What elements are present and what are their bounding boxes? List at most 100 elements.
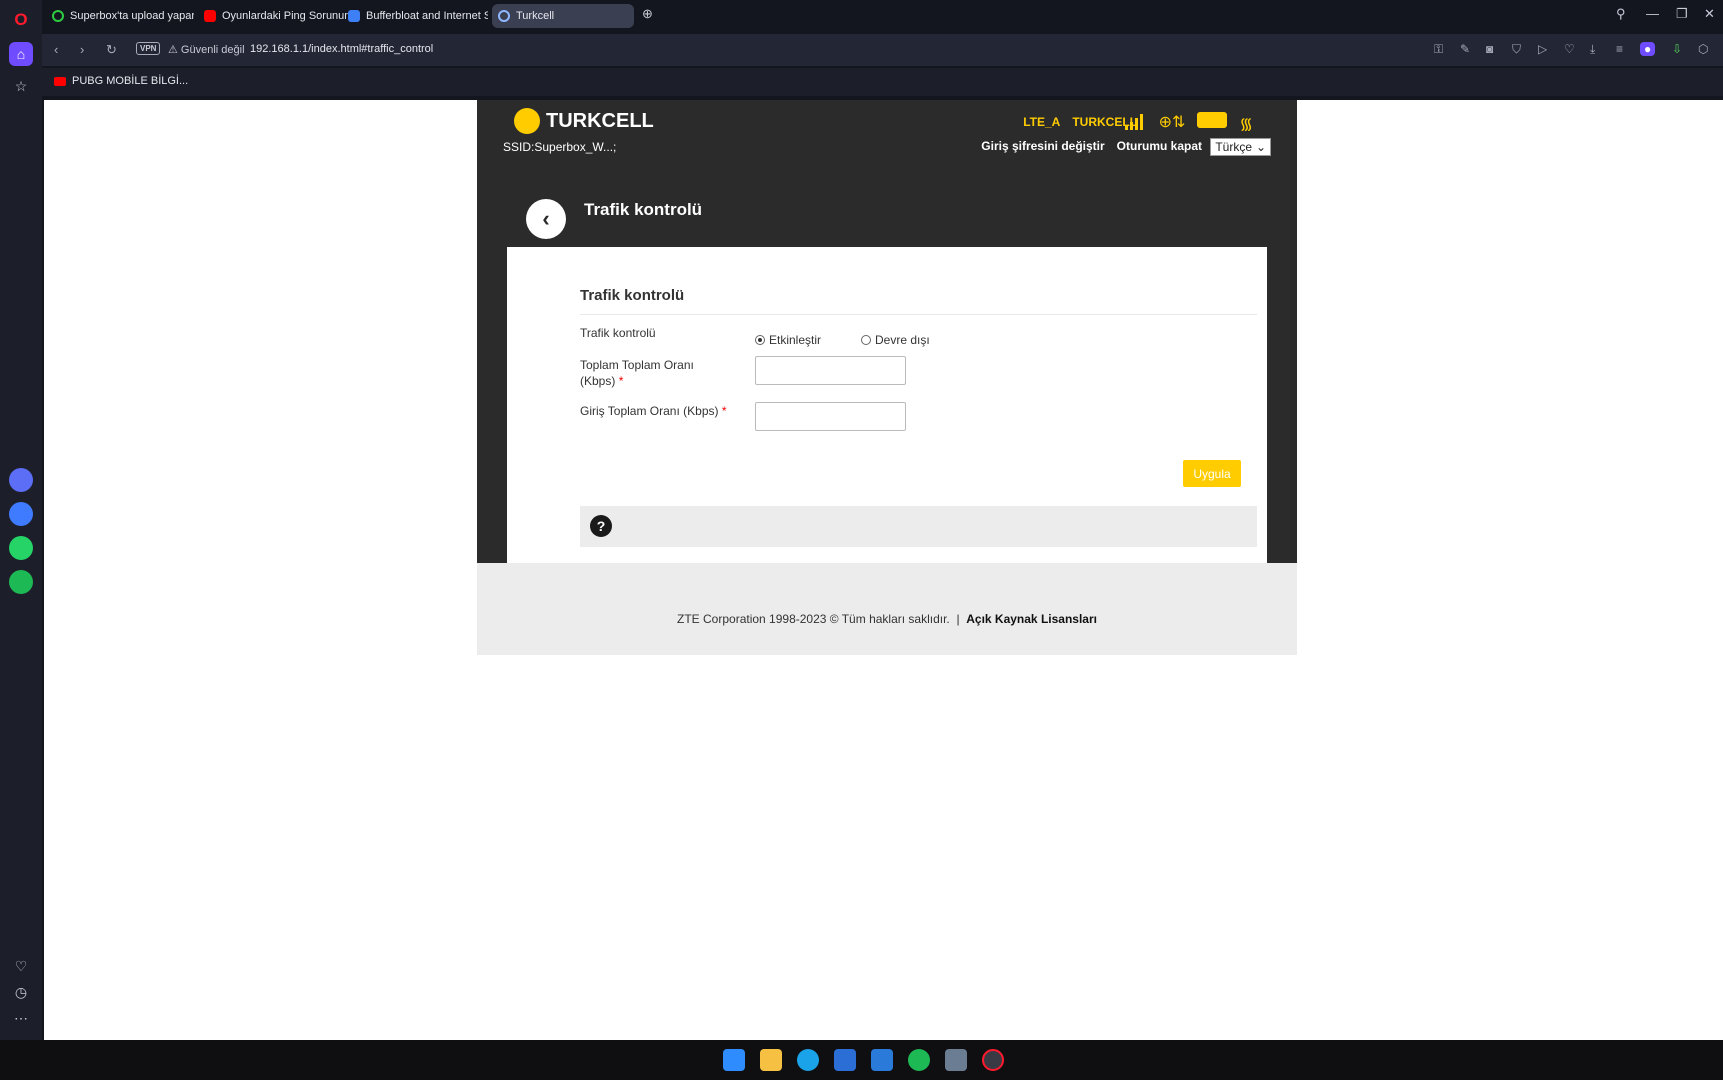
store-icon[interactable] xyxy=(834,1049,856,1071)
heart-icon[interactable]: ♡ xyxy=(9,954,33,978)
tab-label: Bufferbloat and Internet S... xyxy=(366,10,488,22)
forward-icon[interactable]: › xyxy=(80,42,84,57)
internet-connection-icon: ⊕⇅ xyxy=(1158,114,1186,131)
enable-radio[interactable]: Etkinleştir xyxy=(755,333,821,347)
traffic-control-label: Trafik kontrolü xyxy=(580,326,656,340)
tab-ping[interactable]: Oyunlardaki Ping Sorunun... xyxy=(198,4,350,28)
menu-icon[interactable]: ≡ xyxy=(1616,42,1623,56)
tab-bufferbloat[interactable]: Bufferbloat and Internet S... xyxy=(342,4,488,28)
tab-label: Superbox'ta upload yapar... xyxy=(70,10,194,22)
radio-unselected-icon xyxy=(861,335,871,345)
page-viewport: TURKCELL SSID:Superbox_W...; LTE_A TURKC… xyxy=(44,100,1723,1040)
section-title: Trafik kontrolü xyxy=(580,287,685,304)
file-explorer-icon[interactable] xyxy=(760,1049,782,1071)
chevron-left-icon: ‹ xyxy=(542,206,550,231)
window-app-icon[interactable] xyxy=(945,1049,967,1071)
edit-icon[interactable]: ✎ xyxy=(1460,42,1470,56)
language-select[interactable]: Türkçe ⌄ xyxy=(1210,138,1271,156)
close-icon[interactable]: ✕ xyxy=(1704,6,1715,22)
logout-link[interactable]: Oturumu kapat xyxy=(1117,139,1202,153)
router-page: TURKCELL SSID:Superbox_W...; LTE_A TURKC… xyxy=(477,100,1297,655)
download-icon[interactable]: ⤓ xyxy=(1590,42,1595,57)
aria-icon[interactable] xyxy=(9,468,33,492)
messenger-icon[interactable] xyxy=(9,502,33,526)
more-icon[interactable]: ⋯ xyxy=(9,1006,33,1030)
disable-radio[interactable]: Devre dışı xyxy=(861,333,930,347)
bookmark-bar: PUBG MOBİLE BİLGİ... xyxy=(42,68,1723,96)
restore-icon[interactable]: ❐ xyxy=(1676,6,1688,22)
waveform-icon xyxy=(348,10,360,22)
spotify-icon[interactable] xyxy=(908,1049,930,1071)
spotify-icon[interactable] xyxy=(9,570,33,594)
router-header: TURKCELL SSID:Superbox_W...; LTE_A TURKC… xyxy=(477,100,1297,572)
youtube-icon xyxy=(54,76,66,86)
back-button[interactable]: ‹ xyxy=(526,199,566,239)
address-bar: ‹ › ↻ VPN ⚠ Güvenli değil 192.168.1.1/in… xyxy=(42,34,1723,66)
bookmark-pubg[interactable]: PUBG MOBİLE BİLGİ... xyxy=(54,75,188,87)
tab-superbox[interactable]: Superbox'ta upload yapar... xyxy=(46,4,194,28)
cube-icon[interactable]: ⬡ xyxy=(1698,42,1708,56)
tab-turkcell[interactable]: Turkcell xyxy=(492,4,634,28)
ingress-rate-input[interactable] xyxy=(755,402,906,431)
play-icon[interactable]: ▷ xyxy=(1538,42,1547,56)
home-icon[interactable]: ⌂ xyxy=(9,42,33,66)
reload-icon[interactable]: ↻ xyxy=(106,42,117,58)
star-icon[interactable]: ☆ xyxy=(9,74,33,98)
new-tab-icon[interactable]: ⊕ xyxy=(642,6,653,22)
enable-label: Etkinleştir xyxy=(769,333,822,347)
whatsapp-icon[interactable] xyxy=(9,536,33,560)
help-icon[interactable]: ? xyxy=(590,515,612,537)
copyright-line: ZTE Corporation 1998-2023 © Tüm hakları … xyxy=(477,612,1297,626)
history-icon[interactable]: ◷ xyxy=(9,980,33,1004)
vpn-badge[interactable]: VPN xyxy=(136,42,161,55)
section-divider xyxy=(580,314,1257,315)
key-icon[interactable]: ⚿ xyxy=(1434,42,1443,57)
shield-icon[interactable]: ⛉ xyxy=(1512,42,1521,57)
chevron-down-icon: ⌄ xyxy=(1255,140,1266,154)
footer-separator: | xyxy=(956,612,960,626)
edge-icon[interactable] xyxy=(797,1049,819,1071)
required-mark: * xyxy=(721,404,727,418)
opera-logo-icon[interactable]: O xyxy=(9,8,33,32)
total-rate-input[interactable] xyxy=(755,356,906,385)
url-field[interactable]: 192.168.1.1/index.html#traffic_control xyxy=(250,43,433,55)
mail-icon[interactable] xyxy=(871,1049,893,1071)
license-link[interactable]: Açık Kaynak Lisansları xyxy=(966,612,1097,626)
total-rate-label-text: Toplam Toplam Oranı xyxy=(580,358,694,372)
status-icons: ⊕⇅ ᯾ xyxy=(1124,112,1253,134)
disable-label: Devre dışı xyxy=(875,333,930,347)
turkcell-logo[interactable]: TURKCELL xyxy=(514,108,654,134)
heart-icon[interactable]: ♡ xyxy=(1564,42,1575,56)
language-value: Türkçe xyxy=(1215,140,1252,154)
radio-selected-icon xyxy=(755,335,765,345)
wifi-icon: ᯾ xyxy=(1239,116,1253,133)
ingress-rate-label: Giriş Toplam Oranı (Kbps) * xyxy=(580,403,727,419)
change-password-link[interactable]: Giriş şifresini değiştir xyxy=(981,139,1104,153)
youtube-icon xyxy=(204,10,216,22)
apply-button[interactable]: Uygula xyxy=(1183,460,1241,487)
signal-strength-icon xyxy=(1124,112,1147,130)
bookmark-label: PUBG MOBİLE BİLGİ... xyxy=(72,75,189,87)
ingress-rate-label-text: Giriş Toplam Oranı (Kbps) xyxy=(580,404,719,418)
status-bar: LTE_A TURKCELL xyxy=(1023,115,1137,129)
page-title: Trafik kontrolü xyxy=(584,200,703,219)
ssid-text: SSID:Superbox_W...; xyxy=(503,140,617,154)
tab-bar: Superbox'ta upload yapar... Oyunlardaki … xyxy=(42,0,1723,32)
extension-icon[interactable]: ⇩ xyxy=(1672,42,1682,56)
windows-start-icon[interactable] xyxy=(723,1049,745,1071)
camera-icon[interactable]: ◙ xyxy=(1486,42,1493,56)
total-rate-label: Toplam Toplam Oranı (Kbps) * xyxy=(580,357,694,389)
security-indicator[interactable]: ⚠ Güvenli değil xyxy=(168,43,245,56)
tab-label: Oyunlardaki Ping Sorunun... xyxy=(222,10,350,22)
brand-text: TURKCELL xyxy=(546,109,654,132)
minimize-icon[interactable]: — xyxy=(1646,6,1659,21)
network-type: LTE_A xyxy=(1023,115,1061,129)
required-mark: * xyxy=(618,374,624,388)
profile-icon[interactable]: ● xyxy=(1640,42,1656,56)
back-icon[interactable]: ‹ xyxy=(54,42,58,57)
security-text: Güvenli değil xyxy=(180,44,245,56)
search-icon[interactable]: ⚲ xyxy=(1616,6,1626,22)
opera-icon[interactable] xyxy=(982,1049,1004,1071)
sim-card-icon xyxy=(1197,112,1228,128)
traffic-control-panel: Trafik kontrolü Trafik kontrolü Etkinleş… xyxy=(507,247,1267,572)
